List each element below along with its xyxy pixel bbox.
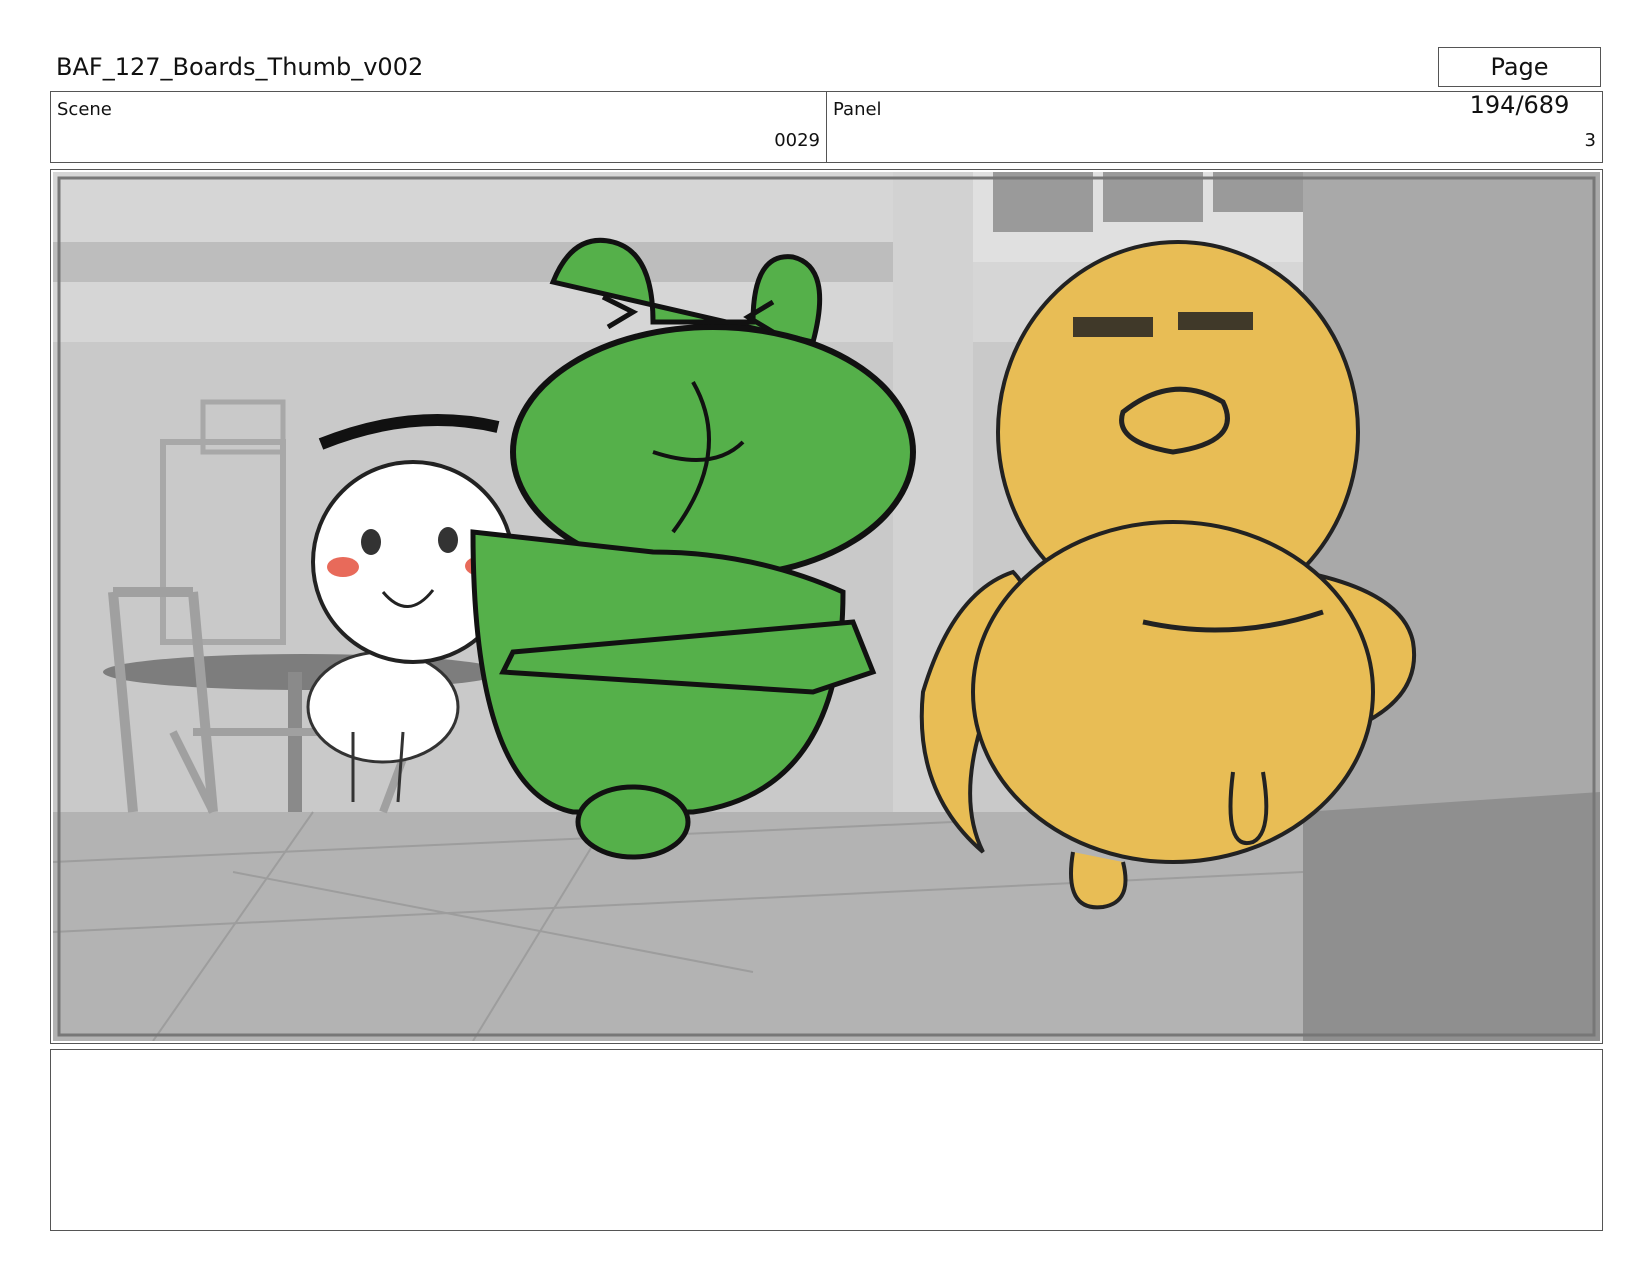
panel-cell: Panel 3: [827, 92, 1602, 162]
scene-label: Scene: [57, 99, 112, 120]
storyboard-frame: [50, 169, 1603, 1044]
scene-number: 0029: [774, 130, 820, 151]
panel-label: Panel: [833, 99, 882, 120]
notes-box: [50, 1049, 1603, 1231]
page-number-box: Page 194/689: [1438, 47, 1601, 119]
panel-number: 3: [1584, 130, 1596, 151]
storyboard-artwork: [53, 172, 1600, 1041]
scene-panel-info: Scene 0029 Panel 3: [50, 91, 1603, 163]
document-title: BAF_127_Boards_Thumb_v002: [56, 53, 424, 81]
scene-cell: Scene 0029: [51, 92, 827, 162]
